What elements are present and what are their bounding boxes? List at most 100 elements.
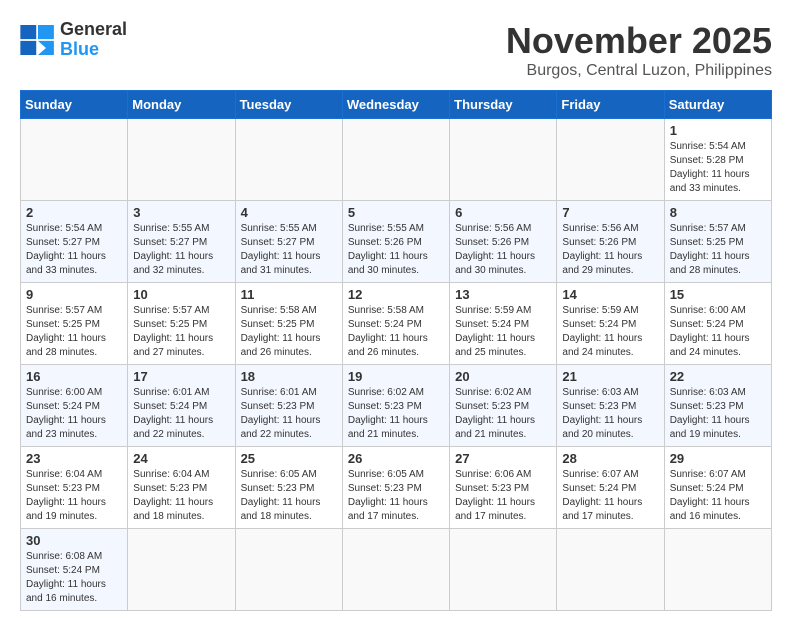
calendar-cell: 2Sunrise: 5:54 AM Sunset: 5:27 PM Daylig…: [21, 201, 128, 283]
day-number: 28: [562, 451, 658, 466]
day-number: 4: [241, 205, 337, 220]
day-number: 9: [26, 287, 122, 302]
day-info: Sunrise: 6:01 AM Sunset: 5:23 PM Dayligh…: [241, 386, 337, 442]
day-number: 24: [133, 451, 229, 466]
calendar-cell: 3Sunrise: 5:55 AM Sunset: 5:27 PM Daylig…: [128, 201, 235, 283]
day-number: 29: [670, 451, 766, 466]
day-info: Sunrise: 6:00 AM Sunset: 5:24 PM Dayligh…: [26, 386, 122, 442]
calendar-cell: 28Sunrise: 6:07 AM Sunset: 5:24 PM Dayli…: [557, 447, 664, 529]
day-number: 1: [670, 123, 766, 138]
day-info: Sunrise: 6:00 AM Sunset: 5:24 PM Dayligh…: [670, 304, 766, 360]
day-info: Sunrise: 6:06 AM Sunset: 5:23 PM Dayligh…: [455, 468, 551, 524]
calendar-cell: 7Sunrise: 5:56 AM Sunset: 5:26 PM Daylig…: [557, 201, 664, 283]
calendar-cell: 21 Sunrise: 6:03 AM Sunset: 5:23 PM Dayli…: [557, 365, 664, 447]
calendar-cell: 16Sunrise: 6:00 AM Sunset: 5:24 PM Dayli…: [21, 365, 128, 447]
calendar-cell: [557, 529, 664, 611]
day-number: 5: [348, 205, 444, 220]
day-info: Sunrise: 5:55 AM Sunset: 5:26 PM Dayligh…: [348, 222, 444, 278]
calendar-cell: 4Sunrise: 5:55 AM Sunset: 5:27 PM Daylig…: [235, 201, 342, 283]
day-info: Sunrise: 6:08 AM Sunset: 5:24 PM Dayligh…: [26, 550, 122, 606]
day-info: Sunrise: 5:54 AM Sunset: 5:28 PM Dayligh…: [670, 140, 766, 196]
day-info: Sunrise: 5:59 AM Sunset: 5:24 PM Dayligh…: [562, 304, 658, 360]
calendar-cell: 8 Sunrise: 5:57 AM Sunset: 5:25 PM Daylig…: [664, 201, 771, 283]
day-number: 18: [241, 369, 337, 384]
day-info: Sunrise: 6:07 AM Sunset: 5:24 PM Dayligh…: [670, 468, 766, 524]
weekday-header-wednesday: Wednesday: [342, 91, 449, 119]
day-info: Sunrise: 6:04 AM Sunset: 5:23 PM Dayligh…: [26, 468, 122, 524]
day-number: 23: [26, 451, 122, 466]
calendar-cell: 20 Sunrise: 6:02 AM Sunset: 5:23 PM Dayli…: [450, 365, 557, 447]
day-info: Sunrise: 5:59 AM Sunset: 5:24 PM Dayligh…: [455, 304, 551, 360]
day-info: Sunrise: 6:02 AM Sunset: 5:23 PM Dayligh…: [455, 386, 551, 442]
day-info: Sunrise: 6:01 AM Sunset: 5:24 PM Dayligh…: [133, 386, 229, 442]
calendar-cell: 15 Sunrise: 6:00 AM Sunset: 5:24 PM Dayli…: [664, 283, 771, 365]
day-number: 21: [562, 369, 658, 384]
day-info: Sunrise: 6:03 AM Sunset: 5:23 PM Dayligh…: [670, 386, 766, 442]
day-info: Sunrise: 5:58 AM Sunset: 5:25 PM Dayligh…: [241, 304, 337, 360]
weekday-header-tuesday: Tuesday: [235, 91, 342, 119]
calendar-cell: 1 Sunrise: 5:54 AM Sunset: 5:28 PM Daylig…: [664, 119, 771, 201]
calendar-cell: 17 Sunrise: 6:01 AM Sunset: 5:24 PM Dayli…: [128, 365, 235, 447]
day-info: Sunrise: 5:54 AM Sunset: 5:27 PM Dayligh…: [26, 222, 122, 278]
calendar-cell: [342, 529, 449, 611]
calendar-cell: 9 Sunrise: 5:57 AM Sunset: 5:25 PM Daylig…: [21, 283, 128, 365]
day-number: 8: [670, 205, 766, 220]
calendar-cell: 13 Sunrise: 5:59 AM Sunset: 5:24 PM Dayli…: [450, 283, 557, 365]
calendar-week-3: 16Sunrise: 6:00 AM Sunset: 5:24 PM Dayli…: [21, 365, 772, 447]
day-number: 17: [133, 369, 229, 384]
day-number: 13: [455, 287, 551, 302]
calendar-cell: 24Sunrise: 6:04 AM Sunset: 5:23 PM Dayli…: [128, 447, 235, 529]
weekday-header-thursday: Thursday: [450, 91, 557, 119]
day-number: 20: [455, 369, 551, 384]
calendar-cell: 29 Sunrise: 6:07 AM Sunset: 5:24 PM Dayli…: [664, 447, 771, 529]
day-number: 7: [562, 205, 658, 220]
day-number: 25: [241, 451, 337, 466]
day-number: 14: [562, 287, 658, 302]
calendar-cell: 19Sunrise: 6:02 AM Sunset: 5:23 PM Dayli…: [342, 365, 449, 447]
calendar-cell: 12 Sunrise: 5:58 AM Sunset: 5:24 PM Dayli…: [342, 283, 449, 365]
calendar-table: SundayMondayTuesdayWednesdayThursdayFrid…: [20, 90, 772, 611]
day-info: Sunrise: 5:58 AM Sunset: 5:24 PM Dayligh…: [348, 304, 444, 360]
calendar-cell: [342, 119, 449, 201]
location-subtitle: Burgos, Central Luzon, Philippines: [506, 62, 772, 80]
logo-text: GeneralBlue: [60, 20, 127, 60]
calendar-cell: [128, 119, 235, 201]
calendar-week-0: 1 Sunrise: 5:54 AM Sunset: 5:28 PM Daylig…: [21, 119, 772, 201]
day-info: Sunrise: 5:57 AM Sunset: 5:25 PM Dayligh…: [26, 304, 122, 360]
title-block: November 2025 Burgos, Central Luzon, Phi…: [506, 20, 772, 80]
calendar-cell: [450, 119, 557, 201]
day-number: 10: [133, 287, 229, 302]
logo: GeneralBlue: [20, 20, 127, 60]
calendar-cell: 30 Sunrise: 6:08 AM Sunset: 5:24 PM Dayli…: [21, 529, 128, 611]
calendar-cell: 6Sunrise: 5:56 AM Sunset: 5:26 PM Daylig…: [450, 201, 557, 283]
day-number: 19: [348, 369, 444, 384]
calendar-week-1: 2Sunrise: 5:54 AM Sunset: 5:27 PM Daylig…: [21, 201, 772, 283]
day-number: 6: [455, 205, 551, 220]
calendar-cell: 27 Sunrise: 6:06 AM Sunset: 5:23 PM Dayli…: [450, 447, 557, 529]
day-number: 26: [348, 451, 444, 466]
day-number: 3: [133, 205, 229, 220]
page-header: GeneralBlue November 2025 Burgos, Centra…: [20, 20, 772, 80]
calendar-cell: [450, 529, 557, 611]
day-number: 30: [26, 533, 122, 548]
calendar-cell: [21, 119, 128, 201]
calendar-week-4: 23 Sunrise: 6:04 AM Sunset: 5:23 PM Dayli…: [21, 447, 772, 529]
calendar-cell: 23 Sunrise: 6:04 AM Sunset: 5:23 PM Dayli…: [21, 447, 128, 529]
day-number: 27: [455, 451, 551, 466]
calendar-header: SundayMondayTuesdayWednesdayThursdayFrid…: [21, 91, 772, 119]
day-number: 12: [348, 287, 444, 302]
calendar-cell: [235, 119, 342, 201]
month-title: November 2025: [506, 20, 772, 62]
day-info: Sunrise: 5:57 AM Sunset: 5:25 PM Dayligh…: [670, 222, 766, 278]
day-number: 15: [670, 287, 766, 302]
calendar-cell: 18 Sunrise: 6:01 AM Sunset: 5:23 PM Dayli…: [235, 365, 342, 447]
day-number: 22: [670, 369, 766, 384]
calendar-cell: 10 Sunrise: 5:57 AM Sunset: 5:25 PM Dayli…: [128, 283, 235, 365]
day-info: Sunrise: 6:05 AM Sunset: 5:23 PM Dayligh…: [348, 468, 444, 524]
day-info: Sunrise: 6:03 AM Sunset: 5:23 PM Dayligh…: [562, 386, 658, 442]
day-info: Sunrise: 5:57 AM Sunset: 5:25 PM Dayligh…: [133, 304, 229, 360]
day-number: 11: [241, 287, 337, 302]
calendar-cell: 5 Sunrise: 5:55 AM Sunset: 5:26 PM Daylig…: [342, 201, 449, 283]
calendar-cell: [557, 119, 664, 201]
logo-icon: [20, 25, 56, 55]
